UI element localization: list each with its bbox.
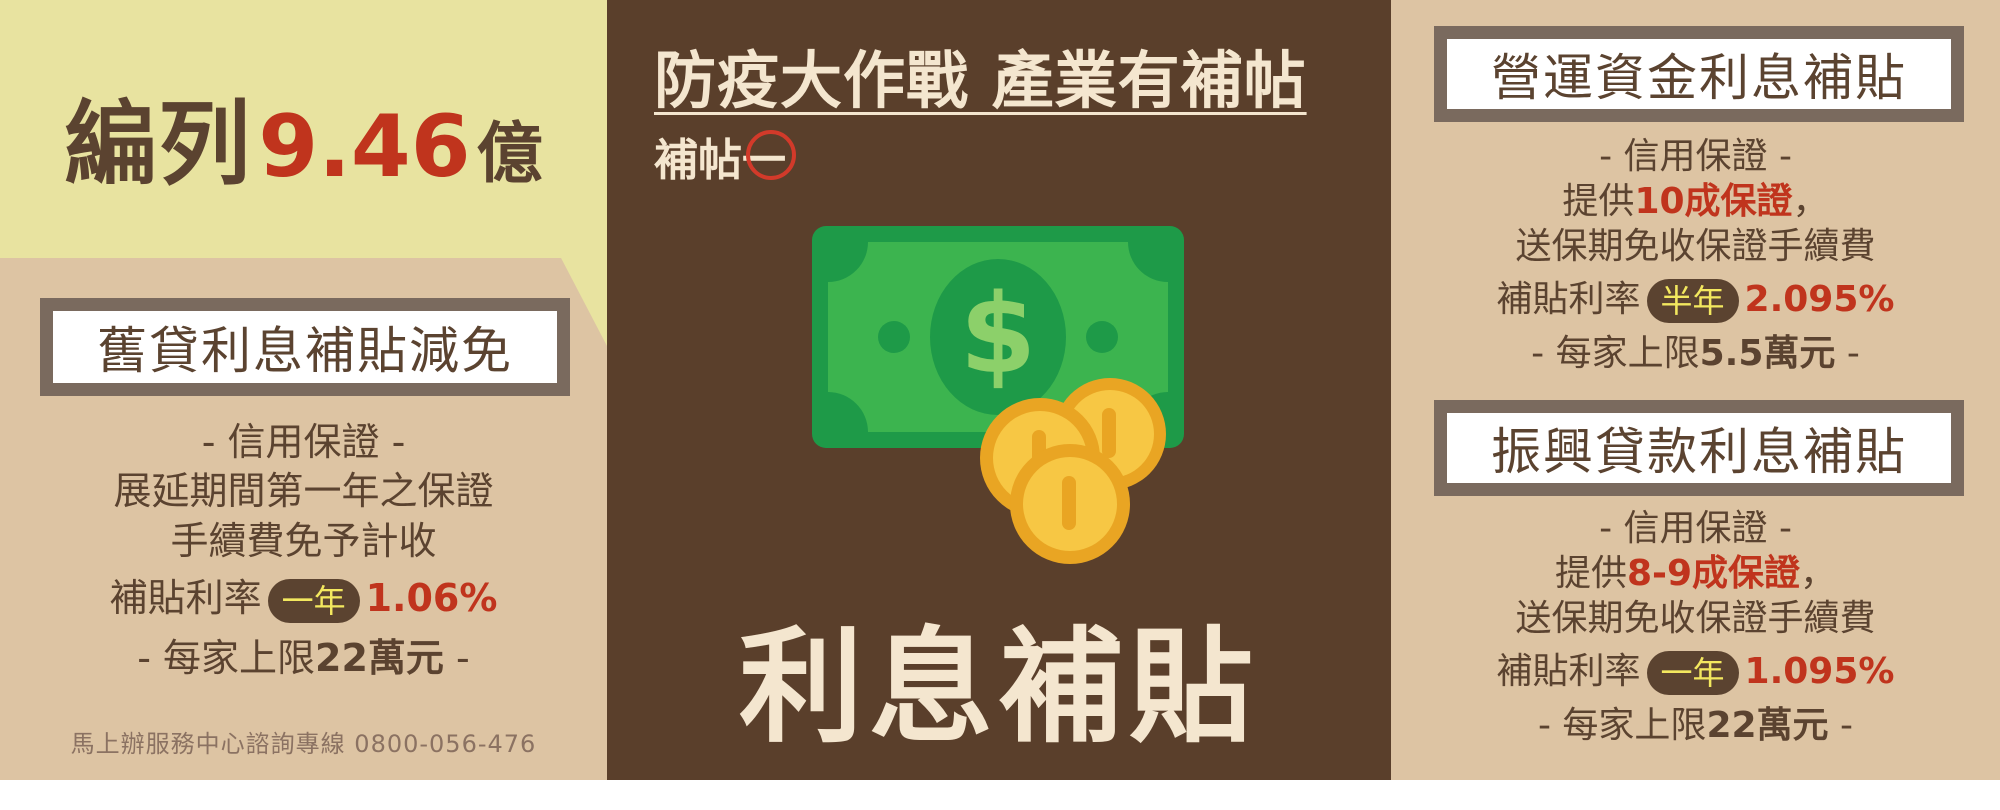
cap-line: - 每家上限22萬元 - xyxy=(1391,703,2000,748)
comma: ， xyxy=(1800,553,1837,594)
main-title: 防疫大作戰 產業有補帖 xyxy=(654,44,1307,117)
rate-value: 1.095% xyxy=(1744,651,1895,692)
rate-badge: 半年 xyxy=(1646,279,1739,323)
fee-waiver: 送保期免收保證手續費 xyxy=(1515,598,1876,639)
old-loan-desc-1: 展延期間第一年之保證 xyxy=(113,469,494,514)
budget-heading: 編列9.46億 xyxy=(0,70,607,203)
rate-line: 補貼利率 半年 2.095% xyxy=(1391,277,2000,323)
old-loan-info: - 信用保證 - 展延期間第一年之保證 手續費免予計收 補貼利率 一年 1.06% … xyxy=(0,418,607,683)
rate-label: 補貼利率 xyxy=(1496,279,1641,320)
right-panel: 營運資金利息補貼 - 信用保證 - 提供10成保證， 送保期免收保證手續費 補貼… xyxy=(1391,0,2000,780)
interest-subsidy-label: 利息補貼 xyxy=(738,616,1259,760)
subtitle: 補帖一 xyxy=(654,124,796,188)
working-capital-info: - 信用保證 - 提供10成保證， 送保期免收保證手續費 補貼利率 半年 2.095… xyxy=(1391,134,2000,376)
guarantee-provision: 提供10成保證， xyxy=(1391,179,2000,224)
cap-line: - 每家上限5.5萬元 - xyxy=(1391,331,2000,376)
rate-badge: 一年 xyxy=(1646,651,1739,695)
guarantee-label: - 信用保證 - xyxy=(201,420,406,464)
subtitle-prefix: 補帖 xyxy=(654,135,742,186)
hotline-footer: 馬上辦服務中心諮詢專線 0800-056-476 xyxy=(70,730,537,758)
center-panel: 防疫大作戰 產業有補帖 補帖一 $ 利息補貼 xyxy=(607,0,1391,780)
rate-value: 1.06% xyxy=(365,576,498,621)
cap-value: 22萬元 xyxy=(1706,705,1829,746)
rate-label: 補貼利率 xyxy=(1496,651,1641,692)
guarantee-percent: 10成保證 xyxy=(1634,181,1793,222)
fee-waiver: 送保期免收保證手續費 xyxy=(1515,226,1876,267)
cap-prefix: - 每家上限 xyxy=(137,635,316,680)
cap-prefix: - 每家上限 xyxy=(1531,333,1700,374)
cap-value: 22萬元 xyxy=(315,635,444,680)
rate-line: 補貼利率 一年 1.06% xyxy=(0,574,607,623)
guarantee-percent: 8-9成保證 xyxy=(1626,553,1801,594)
rate-badge: 一年 xyxy=(267,578,360,623)
guarantee-provision: 提供8-9成保證， xyxy=(1391,551,2000,596)
working-capital-title-box: 營運資金利息補貼 xyxy=(1434,26,1964,122)
cap-suffix: - xyxy=(1828,705,1853,746)
cap-prefix: - 每家上限 xyxy=(1538,705,1707,746)
budget-amount: 9.46 xyxy=(258,97,471,197)
rate-value: 2.095% xyxy=(1744,279,1895,320)
budget-suffix: 億 xyxy=(476,115,543,192)
budget-prefix: 編列 xyxy=(64,91,253,198)
rate-line: 補貼利率 一年 1.095% xyxy=(1391,649,2000,695)
old-loan-desc-2: 手續費免予計收 xyxy=(170,518,437,563)
cap-suffix: - xyxy=(1835,333,1860,374)
subtitle-number: 一 xyxy=(742,124,796,188)
cap-line: - 每家上限22萬元 - xyxy=(0,634,607,683)
provide-prefix: 提供 xyxy=(1554,553,1627,594)
left-panel: 編列9.46億 舊貸利息補貼減免 - 信用保證 - 展延期間第一年之保證 手續費… xyxy=(0,0,607,780)
cap-value: 5.5萬元 xyxy=(1699,333,1836,374)
rate-label: 補貼利率 xyxy=(109,576,262,621)
old-loan-title-box: 舊貸利息補貼減免 xyxy=(40,298,570,396)
provide-prefix: 提供 xyxy=(1562,181,1635,222)
guarantee-label: - 信用保證 - xyxy=(1599,508,1792,549)
cap-suffix: - xyxy=(443,635,470,680)
revitalization-loan-info: - 信用保證 - 提供8-9成保證， 送保期免收保證手續費 補貼利率 一年 1.09… xyxy=(1391,506,2000,748)
money-bill-coins-icon: $ xyxy=(812,226,1184,564)
svg-text:$: $ xyxy=(960,270,1037,398)
banner: 編列9.46億 舊貸利息補貼減免 - 信用保證 - 展延期間第一年之保證 手續費… xyxy=(0,0,2000,780)
guarantee-label: - 信用保證 - xyxy=(1599,136,1792,177)
comma: ， xyxy=(1792,181,1829,222)
revitalization-loan-title-box: 振興貸款利息補貼 xyxy=(1434,400,1964,496)
